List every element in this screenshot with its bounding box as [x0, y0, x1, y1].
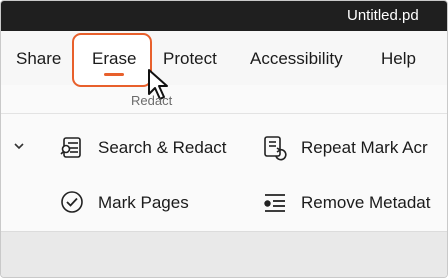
- tab-erase[interactable]: Erase: [92, 49, 136, 69]
- remove-metadata-button[interactable]: Remove Metadat: [301, 193, 430, 213]
- app-window: Untitled.pd Share Erase Protect Accessib…: [0, 0, 448, 278]
- title-bar: Untitled.pd: [1, 1, 447, 31]
- chevron-down-icon[interactable]: [13, 141, 25, 151]
- search-redact-button[interactable]: Search & Redact: [98, 138, 227, 158]
- repeat-mark-icon: [264, 136, 287, 161]
- document-area: [1, 231, 447, 277]
- active-tab-indicator: [104, 73, 124, 76]
- tab-accessibility[interactable]: Accessibility: [250, 49, 343, 69]
- mark-pages-button[interactable]: Mark Pages: [98, 193, 189, 213]
- ribbon-divider: [1, 113, 447, 114]
- tab-share[interactable]: Share: [16, 49, 61, 69]
- tab-help[interactable]: Help: [381, 49, 416, 69]
- tab-protect[interactable]: Protect: [163, 49, 217, 69]
- check-circle-icon: [61, 191, 83, 213]
- window-title: Untitled.pd: [347, 7, 419, 24]
- search-redact-icon: [60, 137, 81, 158]
- ribbon-group-label: Redact: [131, 93, 173, 108]
- remove-metadata-icon: [264, 194, 285, 212]
- repeat-mark-across-button[interactable]: Repeat Mark Acr: [301, 138, 428, 158]
